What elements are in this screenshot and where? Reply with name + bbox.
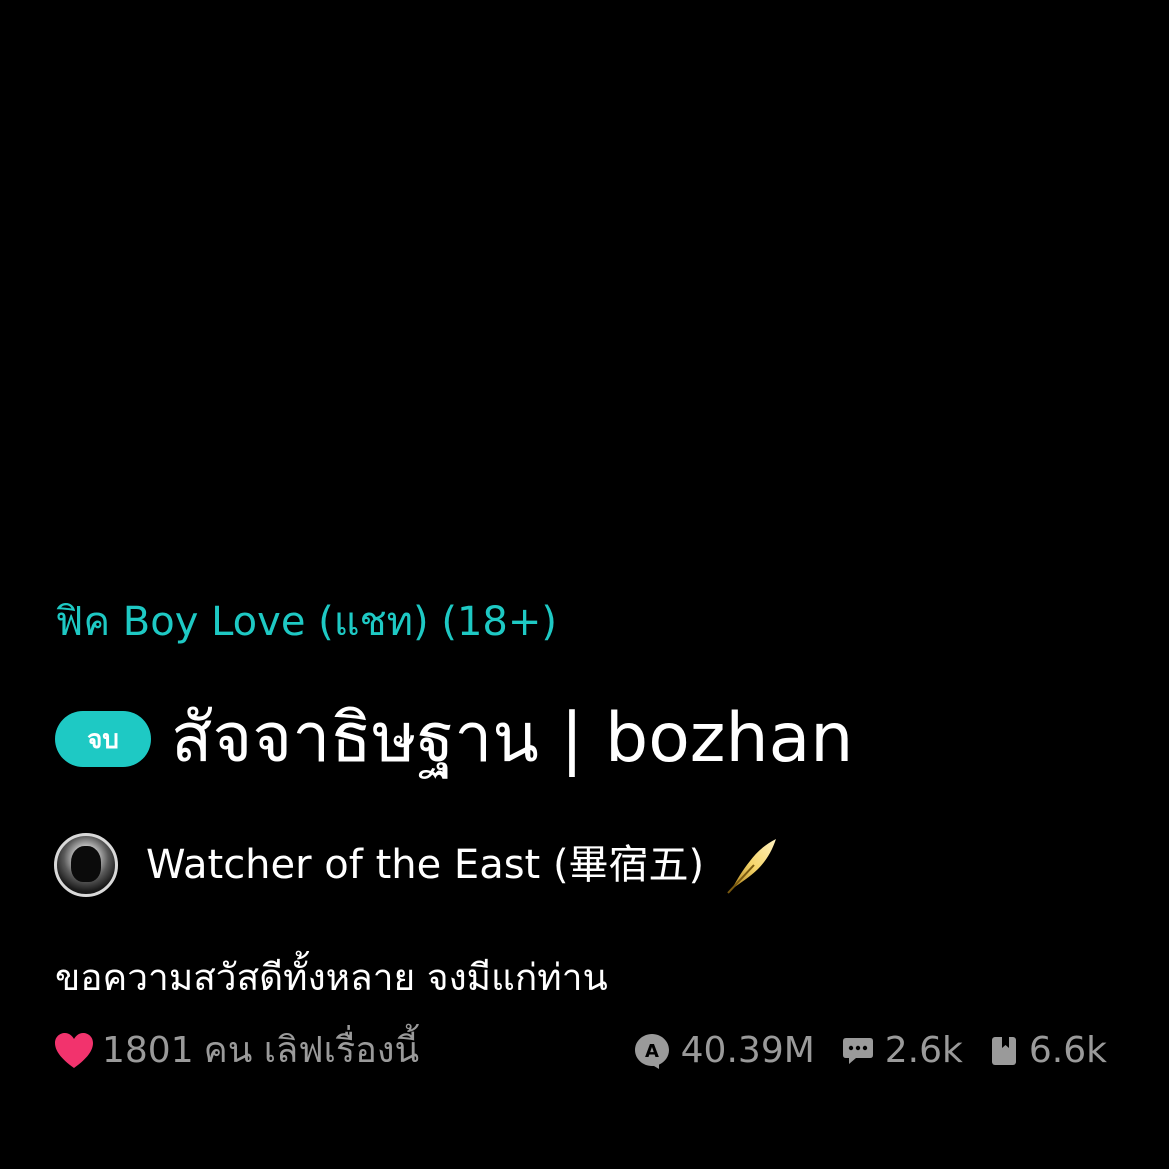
comment-icon [842,1038,873,1064]
comments-stat: 2.6k [841,1026,963,1076]
cover-image-area [0,0,1169,560]
story-description: ขอความสวัสดีทั้งหลาย จงมีแก่ท่าน [55,956,608,999]
views-count: 40.39M [680,1030,815,1071]
author-avatar[interactable] [54,833,118,897]
likes-row: 1801 คน เลิฟเรื่องนี้ [54,1026,419,1076]
views-icon: A [634,1034,669,1069]
author-row[interactable]: Watcher of the East (畢宿五) [54,832,778,898]
svg-text:A: A [645,1041,659,1062]
heart-icon [55,1033,93,1068]
views-stat: A 40.39M [633,1026,815,1076]
completed-status-badge: จบ [55,711,151,767]
bookmarks-count: 6.6k [1028,1030,1107,1071]
book-icon [991,1037,1016,1065]
story-title-row: จบ สัจจาธิษฐาน | bozhan [55,694,853,784]
feather-icon [727,839,777,894]
story-stats: A 40.39M 2.6k 6.6k [607,1026,1107,1076]
author-name-link[interactable]: Watcher of the East (畢宿五) [146,839,704,891]
likes-count: 1801 [102,1030,194,1071]
story-category-link[interactable]: ฟิค Boy Love (แชท) (18+) [55,596,557,648]
likes-suffix: คน เลิฟเรื่องนี้ [203,1030,420,1071]
bookmarks-stat: 6.6k [989,1026,1107,1076]
comments-count: 2.6k [884,1030,963,1071]
avatar-silhouette [71,846,101,882]
story-title: สัจจาธิษฐาน | bozhan [171,699,854,778]
